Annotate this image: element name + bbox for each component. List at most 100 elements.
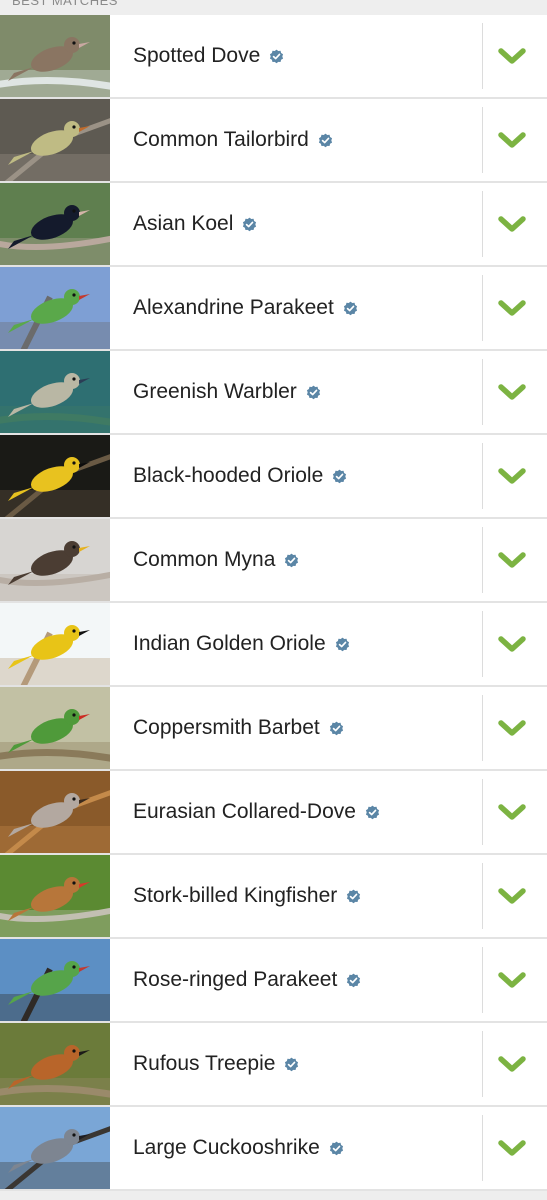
species-name: Coppersmith Barbet	[133, 716, 320, 739]
species-name: Black-hooded Oriole	[133, 464, 324, 487]
species-row[interactable]: Large Cuckooshrike	[0, 1107, 547, 1191]
row-divider	[482, 107, 483, 173]
species-name-group[interactable]: Coppersmith Barbet	[133, 687, 344, 769]
select-species-checkmark-icon[interactable]	[498, 129, 526, 151]
species-photo[interactable]	[0, 435, 110, 517]
species-photo[interactable]	[0, 351, 110, 433]
species-photo[interactable]	[0, 1107, 110, 1189]
select-species-checkmark-icon[interactable]	[498, 45, 526, 67]
row-divider	[482, 1031, 483, 1097]
select-species-checkmark-icon[interactable]	[498, 969, 526, 991]
section-label: BEST MATCHES	[12, 0, 118, 8]
species-photo[interactable]	[0, 99, 110, 181]
species-row[interactable]: Indian Golden Oriole	[0, 603, 547, 687]
species-name-group[interactable]: Rose-ringed Parakeet	[133, 939, 361, 1021]
species-photo[interactable]	[0, 687, 110, 769]
row-divider	[482, 947, 483, 1013]
species-row[interactable]: Stork-billed Kingfisher	[0, 855, 547, 939]
species-row[interactable]: Spotted Dove	[0, 15, 547, 99]
species-photo[interactable]	[0, 15, 110, 97]
verified-badge-icon	[242, 217, 257, 232]
row-divider	[482, 527, 483, 593]
bird-photo-image	[0, 351, 110, 433]
species-row[interactable]: Common Myna	[0, 519, 547, 603]
species-name: Greenish Warbler	[133, 380, 297, 403]
row-divider	[482, 359, 483, 425]
species-name-group[interactable]: Stork-billed Kingfisher	[133, 855, 361, 937]
species-row[interactable]: Eurasian Collared-Dove	[0, 771, 547, 855]
select-species-checkmark-icon[interactable]	[498, 801, 526, 823]
species-name-group[interactable]: Spotted Dove	[133, 15, 284, 97]
verified-badge-icon	[269, 49, 284, 64]
verified-badge-icon	[306, 385, 321, 400]
species-row[interactable]: Coppersmith Barbet	[0, 687, 547, 771]
row-divider	[482, 863, 483, 929]
row-divider	[482, 779, 483, 845]
species-name-group[interactable]: Alexandrine Parakeet	[133, 267, 358, 349]
bird-photo-image	[0, 267, 110, 349]
species-photo[interactable]	[0, 519, 110, 601]
species-photo[interactable]	[0, 267, 110, 349]
bird-photo-image	[0, 939, 110, 1021]
select-species-checkmark-icon[interactable]	[498, 213, 526, 235]
row-divider	[482, 443, 483, 509]
bird-photo-image	[0, 603, 110, 685]
verified-badge-icon	[332, 469, 347, 484]
bird-photo-image	[0, 519, 110, 601]
bird-photo-image	[0, 771, 110, 853]
species-photo[interactable]	[0, 771, 110, 853]
row-divider	[482, 191, 483, 257]
species-photo[interactable]	[0, 183, 110, 265]
verified-badge-icon	[284, 1057, 299, 1072]
species-row[interactable]: Black-hooded Oriole	[0, 435, 547, 519]
species-photo[interactable]	[0, 1023, 110, 1105]
bird-photo-image	[0, 1107, 110, 1189]
species-name: Large Cuckooshrike	[133, 1136, 320, 1159]
species-row[interactable]: Asian Koel	[0, 183, 547, 267]
species-name-group[interactable]: Indian Golden Oriole	[133, 603, 350, 685]
species-name-group[interactable]: Common Myna	[133, 519, 299, 601]
species-name-group[interactable]: Greenish Warbler	[133, 351, 321, 433]
species-row[interactable]: Rufous Treepie	[0, 1023, 547, 1107]
select-species-checkmark-icon[interactable]	[498, 633, 526, 655]
species-name: Eurasian Collared-Dove	[133, 800, 356, 823]
species-name: Alexandrine Parakeet	[133, 296, 334, 319]
bird-photo-image	[0, 1023, 110, 1105]
select-species-checkmark-icon[interactable]	[498, 1053, 526, 1075]
species-name: Rose-ringed Parakeet	[133, 968, 338, 991]
species-name-group[interactable]: Eurasian Collared-Dove	[133, 771, 380, 853]
species-row[interactable]: Greenish Warbler	[0, 351, 547, 435]
select-species-checkmark-icon[interactable]	[498, 1137, 526, 1159]
species-photo[interactable]	[0, 939, 110, 1021]
select-species-checkmark-icon[interactable]	[498, 717, 526, 739]
species-row[interactable]: Rose-ringed Parakeet	[0, 939, 547, 1023]
bird-photo-image	[0, 99, 110, 181]
verified-badge-icon	[343, 301, 358, 316]
verified-badge-icon	[365, 805, 380, 820]
select-species-checkmark-icon[interactable]	[498, 885, 526, 907]
species-row[interactable]: Common Tailorbird	[0, 99, 547, 183]
species-name-group[interactable]: Asian Koel	[133, 183, 257, 265]
species-name: Spotted Dove	[133, 44, 261, 67]
verified-badge-icon	[346, 889, 361, 904]
row-divider	[482, 611, 483, 677]
select-species-checkmark-icon[interactable]	[498, 297, 526, 319]
select-species-checkmark-icon[interactable]	[498, 381, 526, 403]
row-divider	[482, 1115, 483, 1181]
species-name-group[interactable]: Common Tailorbird	[133, 99, 333, 181]
bird-photo-image	[0, 855, 110, 937]
row-divider	[482, 23, 483, 89]
verified-badge-icon	[284, 553, 299, 568]
species-photo[interactable]	[0, 603, 110, 685]
species-name-group[interactable]: Black-hooded Oriole	[133, 435, 347, 517]
bird-photo-image	[0, 183, 110, 265]
species-row[interactable]: Alexandrine Parakeet	[0, 267, 547, 351]
select-species-checkmark-icon[interactable]	[498, 465, 526, 487]
species-name: Indian Golden Oriole	[133, 632, 326, 655]
species-name-group[interactable]: Rufous Treepie	[133, 1023, 299, 1105]
species-name: Rufous Treepie	[133, 1052, 276, 1075]
select-species-checkmark-icon[interactable]	[498, 549, 526, 571]
verified-badge-icon	[329, 1141, 344, 1156]
species-name-group[interactable]: Large Cuckooshrike	[133, 1107, 344, 1189]
species-photo[interactable]	[0, 855, 110, 937]
